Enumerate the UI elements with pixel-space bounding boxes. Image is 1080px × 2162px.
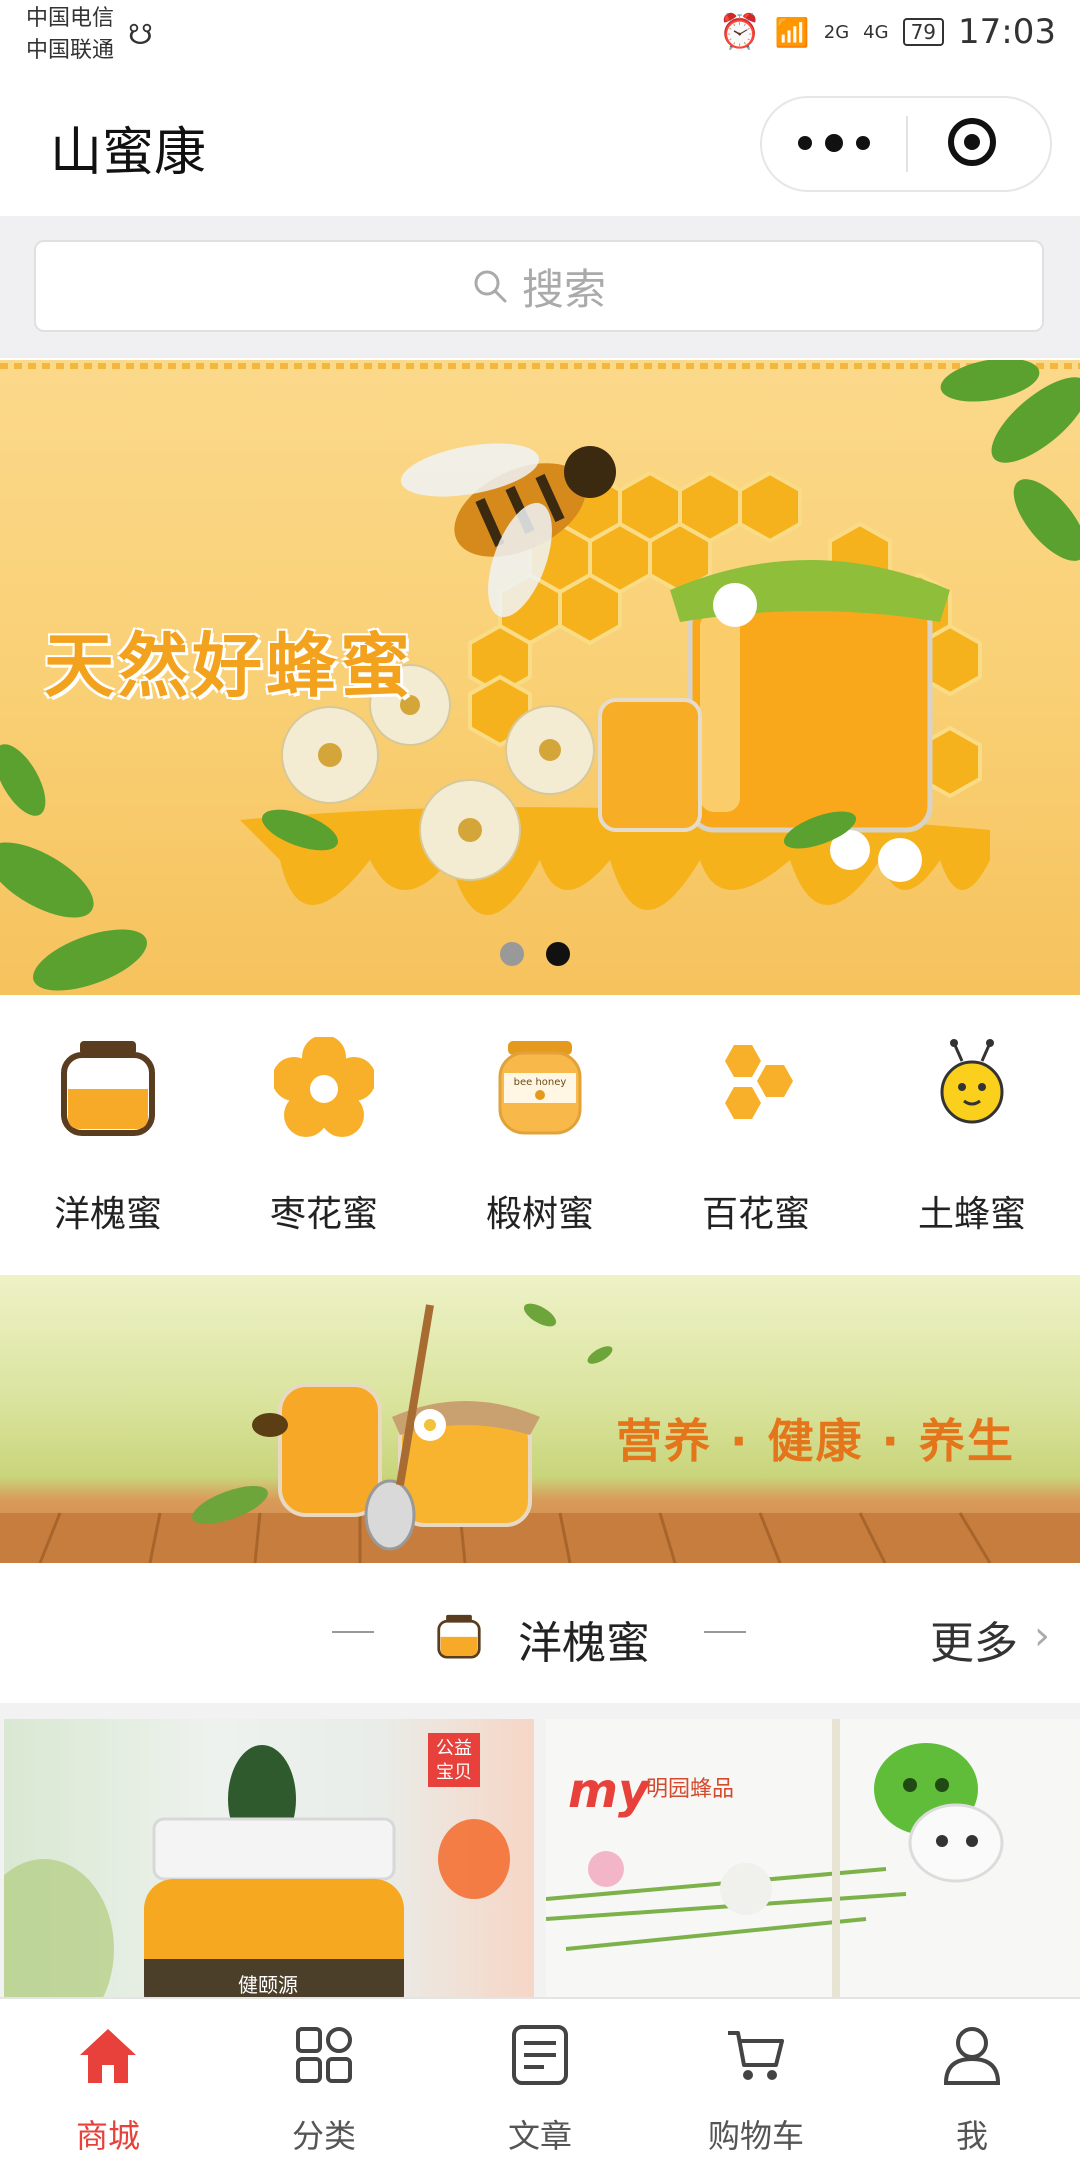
wifi-icon: 📶	[774, 15, 810, 49]
signal-4g-label: 4G	[863, 21, 889, 43]
category-label: 土蜂蜜	[917, 1194, 1026, 1235]
tab-label: 购物车	[707, 2117, 804, 2155]
bee-face-icon	[940, 1039, 1004, 1124]
more-dots-icon[interactable]	[798, 128, 870, 158]
pager-dot-1[interactable]	[500, 942, 524, 966]
mini-program-capsule	[760, 96, 1052, 192]
tab-category[interactable]: 分类	[216, 1999, 432, 2162]
section-divider-left	[332, 1631, 374, 1633]
search-placeholder: 搜索	[521, 264, 606, 314]
promo-slogan: 营养 · 健康 · 养生	[616, 1414, 1016, 1468]
status-right: ⏰ 📶 2G 4G 79 17:03	[719, 12, 1056, 52]
tab-label: 分类	[291, 2117, 356, 2155]
chevron-right-icon[interactable]: ›	[1034, 1613, 1050, 1659]
signal-2g-label: 2G	[823, 21, 850, 43]
more-link[interactable]: 更多	[930, 1607, 1018, 1671]
category-item-duanshu[interactable]: bee honey 椴树蜜	[432, 995, 648, 1275]
brand-logo: my	[568, 1763, 650, 1819]
search-icon	[474, 270, 507, 303]
title-bar: 山蜜康	[0, 70, 1080, 216]
honey-jar-icon	[437, 1614, 481, 1659]
honey-jar-icon	[61, 1041, 155, 1136]
search-area: 搜索	[0, 216, 1080, 358]
product-card-1[interactable]: 健颐源 公益宝贝	[4, 1719, 534, 1997]
tab-cart[interactable]: 购物车	[648, 1999, 864, 2162]
tab-me[interactable]: 我	[864, 1999, 1080, 2162]
bottom-tab-bar: 商城 分类 文章 购物车 我	[0, 1997, 1080, 2162]
svg-text:bee honey: bee honey	[514, 1077, 567, 1088]
status-bar: 中国电信 中国联通 ☋ ⏰ 📶 2G 4G 79 17:03	[0, 0, 1080, 70]
carrier-2: 中国联通	[26, 38, 115, 63]
banner-carousel[interactable]: 天然好蜂蜜	[0, 360, 1080, 995]
battery-icon: 79	[902, 18, 945, 46]
charity-badge: 公益宝贝	[428, 1733, 480, 1787]
category-label: 百花蜜	[701, 1194, 810, 1235]
product-card-2[interactable]: my 明园蜂品	[546, 1719, 1080, 1997]
brand-name: 明园蜂品	[646, 1777, 735, 1802]
target-circle-icon[interactable]	[948, 118, 996, 166]
home-icon	[80, 2029, 136, 2083]
section-header: 洋槐蜜 更多 ›	[0, 1563, 1080, 1705]
tab-label: 商城	[75, 2117, 140, 2155]
section-divider-right	[704, 1631, 746, 1633]
cart-icon	[728, 2031, 784, 2080]
product-image	[546, 1719, 1004, 1997]
tab-label: 文章	[507, 2117, 572, 2155]
pager-dot-2-active[interactable]	[546, 942, 570, 966]
promo-banner[interactable]: 营养 · 健康 · 养生	[0, 1275, 1080, 1563]
category-grid: 洋槐蜜 枣花蜜 bee honey 椴树蜜 百花蜜 土蜂蜜	[0, 995, 1080, 1275]
tab-label: 我	[955, 2117, 988, 2155]
battery-level: 79	[910, 20, 937, 44]
banner-headline: 天然好蜂蜜	[44, 625, 414, 707]
section-title: 洋槐蜜	[518, 1618, 650, 1669]
tab-home[interactable]: 商城	[0, 1999, 216, 2162]
notification-icon: ☋	[128, 18, 153, 51]
category-label: 洋槐蜜	[53, 1194, 162, 1235]
capsule-divider	[906, 116, 908, 172]
search-input[interactable]: 搜索	[34, 240, 1044, 332]
honeycomb-icon	[725, 1045, 793, 1119]
bee-honey-jar-icon: bee honey	[498, 1041, 582, 1135]
category-item-yanghuai[interactable]: 洋槐蜜	[0, 995, 216, 1275]
product-label: 健颐源	[238, 1973, 298, 1997]
category-item-tufeng[interactable]: 土蜂蜜	[864, 995, 1080, 1275]
category-item-baihua[interactable]: 百花蜜	[648, 995, 864, 1275]
user-icon	[943, 2027, 1001, 2085]
flower-icon	[274, 1037, 374, 1137]
carrier-1: 中国电信	[26, 6, 115, 31]
category-label: 枣花蜜	[269, 1194, 378, 1235]
document-icon	[512, 2025, 568, 2085]
page-title: 山蜜康	[50, 123, 207, 183]
category-label: 椴树蜜	[485, 1194, 594, 1235]
product-list: 健颐源 公益宝贝 my 明园蜂品	[0, 1703, 1080, 1997]
grid-icon	[296, 2027, 352, 2083]
carousel-pager	[500, 942, 570, 966]
clock: 17:03	[958, 12, 1056, 52]
alarm-icon: ⏰	[718, 12, 761, 52]
tab-articles[interactable]: 文章	[432, 1999, 648, 2162]
category-item-zaohua[interactable]: 枣花蜜	[216, 995, 432, 1275]
